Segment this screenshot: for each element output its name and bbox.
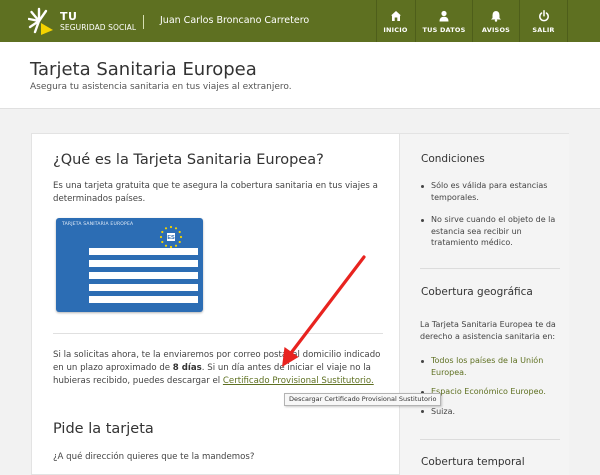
- content-card: ¿Qué es la Tarjeta Sanitaria Europea? Es…: [31, 133, 569, 475]
- health-card-image: TARJETA SANITARIA EUROPEA ES: [56, 218, 203, 312]
- sidebar-divider: [420, 268, 560, 269]
- section-title-request: Pide la tarjeta: [53, 421, 154, 437]
- nav-inicio[interactable]: INICIO: [376, 0, 414, 42]
- top-bar: TU SEGURIDAD SOCIAL Juan Carlos Broncano…: [0, 0, 600, 42]
- card-field-3: [89, 272, 198, 279]
- health-card-title: TARJETA SANITARIA EUROPEA: [62, 222, 134, 227]
- card-field-4: [89, 284, 198, 291]
- eu-stars-icon: ES: [159, 225, 183, 249]
- conditions-title: Condiciones: [421, 153, 485, 165]
- brand-line2: SEGURIDAD SOCIAL: [60, 23, 137, 32]
- conditions-list: Sólo es válida para estancias temporales…: [420, 180, 560, 249]
- nav-salir[interactable]: SALIR: [519, 0, 568, 42]
- brand-line1: TU: [60, 10, 78, 23]
- nav-salir-label: SALIR: [532, 26, 555, 34]
- page-subtitle: Asegura tu asistencia sanitaria en tus v…: [30, 82, 292, 92]
- page-header: Tarjeta Sanitaria Europea Asegura tu asi…: [0, 42, 600, 109]
- user-icon: [439, 10, 449, 22]
- bell-icon: [491, 11, 501, 22]
- page-title: Tarjeta Sanitaria Europea: [30, 59, 257, 80]
- home-icon: [390, 11, 401, 21]
- user-name: Juan Carlos Broncano Carretero: [160, 15, 310, 26]
- sidebar: Condiciones Sólo es válida para estancia…: [399, 134, 569, 475]
- coverage-item-eu[interactable]: Todos los países de la Unión Europea.: [420, 355, 560, 378]
- temporal-title: Cobertura temporal: [421, 456, 525, 468]
- main-column: ¿Qué es la Tarjeta Sanitaria Europea? Es…: [32, 134, 399, 475]
- address-question: ¿A qué dirección quieres que te la mande…: [53, 452, 255, 462]
- card-field-5: [89, 296, 198, 303]
- nav-avisos[interactable]: AVISOS: [472, 0, 519, 42]
- header-separator: [143, 15, 144, 29]
- certificate-tooltip: Descargar Certificado Provisional Sustit…: [284, 393, 442, 406]
- seguridad-social-logo-icon[interactable]: [28, 6, 58, 36]
- card-description: Es una tarjeta gratuita que te asegura l…: [53, 181, 378, 204]
- nav-inicio-label: INICIO: [383, 26, 408, 34]
- power-icon: [538, 10, 549, 22]
- section-title-what-is: ¿Qué es la Tarjeta Sanitaria Europea?: [53, 152, 324, 168]
- card-field-2: [89, 260, 198, 267]
- delivery-info: Si la solicitas ahora, te la enviaremos …: [53, 349, 383, 388]
- nav-tus-datos[interactable]: TUS DATOS: [415, 0, 472, 42]
- section-divider: [53, 333, 383, 334]
- conditions-item: Sólo es válida para estancias temporales…: [420, 180, 560, 203]
- coverage-item-suiza: Suiza.: [420, 406, 560, 418]
- nav-avisos-label: AVISOS: [481, 26, 511, 34]
- nav-tus-datos-label: TUS DATOS: [422, 26, 466, 34]
- conditions-item: No sirve cuando el objeto de la estancia…: [420, 214, 560, 249]
- certificate-link[interactable]: Certificado Provisional Sustitutorio.: [223, 376, 374, 386]
- sidebar-divider: [420, 439, 560, 440]
- card-field-1: [89, 248, 198, 255]
- country-code: ES: [167, 235, 175, 241]
- coverage-title: Cobertura geográfica: [421, 286, 533, 298]
- delivery-days: 8 días: [172, 363, 202, 373]
- coverage-intro: La Tarjeta Sanitaria Europea te da derec…: [420, 320, 556, 341]
- coverage-list: Todos los países de la Unión Europea. Es…: [420, 355, 560, 417]
- brand-name[interactable]: TU SEGURIDAD SOCIAL: [60, 11, 136, 32]
